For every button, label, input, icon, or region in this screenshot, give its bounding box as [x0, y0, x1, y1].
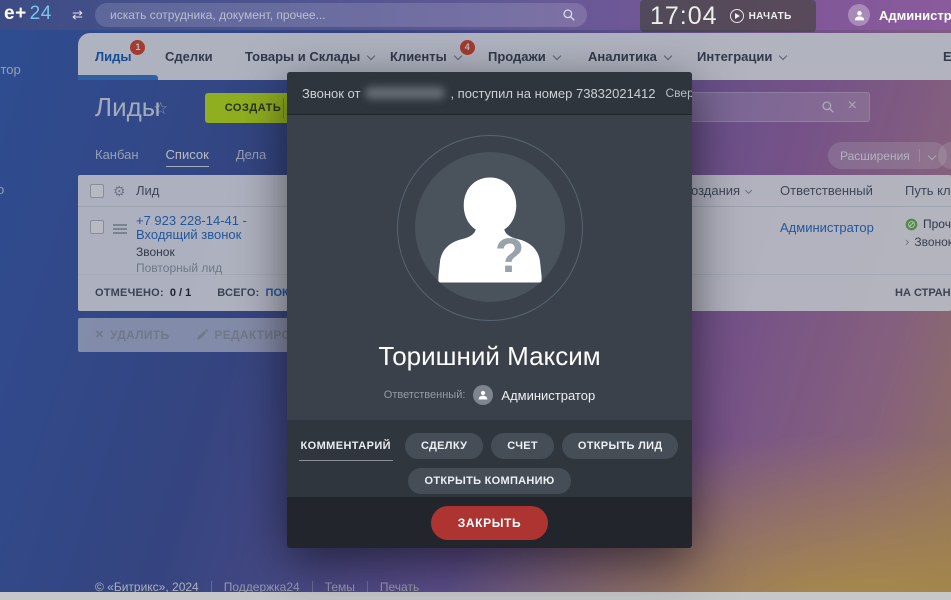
- window-bottom-strip: [0, 592, 951, 600]
- collapse-button[interactable]: Свернуть: [666, 86, 692, 100]
- avatar: [848, 4, 870, 26]
- user-name: Администратор: [879, 8, 951, 23]
- responsible-avatar: [473, 385, 493, 405]
- close-call-button[interactable]: ЗАКРЫТЬ: [431, 506, 548, 540]
- incoming-call-modal: Звонок от , поступил на номер 7383202141…: [287, 72, 692, 548]
- call-modal-body: ? Торишний Максим Ответственный: Админис…: [287, 115, 692, 420]
- worktime-widget[interactable]: 17:04 НАЧАТЬ: [640, 0, 816, 32]
- responsible-label: Ответственный:: [384, 389, 466, 401]
- call-title: Звонок от , поступил на номер 7383202141…: [302, 86, 656, 101]
- top-bar: е+24 ⇄ 17:04 НАЧАТЬ Администратор: [0, 0, 951, 30]
- play-icon: [730, 9, 744, 23]
- caller-name: Торишний Максим: [287, 341, 692, 372]
- open-company-button[interactable]: ОТКРЫТЬ КОМПАНИЮ: [408, 468, 570, 494]
- comment-tab[interactable]: КОММЕНТАРИЙ: [301, 440, 391, 452]
- svg-text:?: ?: [494, 230, 523, 283]
- call-actions: КОММЕНТАРИЙ СДЕЛКУ СЧЕТ ОТКРЫТЬ ЛИД ОТКР…: [287, 420, 692, 497]
- bitrix24-app: стор о е+24 ⇄ 17:04 НАЧАТЬ Администратор…: [0, 0, 951, 600]
- search-icon: [562, 8, 576, 27]
- global-search-input[interactable]: [95, 3, 587, 27]
- app-logo: е+24: [4, 3, 52, 25]
- call-modal-header: Звонок от , поступил на номер 7383202141…: [287, 72, 692, 115]
- global-search: [95, 3, 587, 27]
- call-modal-footer: ЗАКРЫТЬ: [287, 497, 692, 548]
- create-deal-button[interactable]: СДЕЛКУ: [405, 433, 483, 459]
- responsible-name: Администратор: [501, 388, 595, 403]
- create-invoice-button[interactable]: СЧЕТ: [491, 433, 554, 459]
- start-workday-button[interactable]: НАЧАТЬ: [730, 9, 792, 23]
- switch-account-icon[interactable]: ⇄: [72, 7, 83, 23]
- open-lead-button[interactable]: ОТКРЫТЬ ЛИД: [562, 433, 679, 459]
- user-menu[interactable]: Администратор: [848, 4, 951, 26]
- caller-avatar: ?: [415, 152, 565, 302]
- clock-time: 17:04: [650, 2, 718, 31]
- responsible-row: Ответственный: Администратор: [287, 385, 692, 405]
- unknown-person-icon: ?: [415, 152, 565, 302]
- blurred-caller-number: [365, 87, 445, 99]
